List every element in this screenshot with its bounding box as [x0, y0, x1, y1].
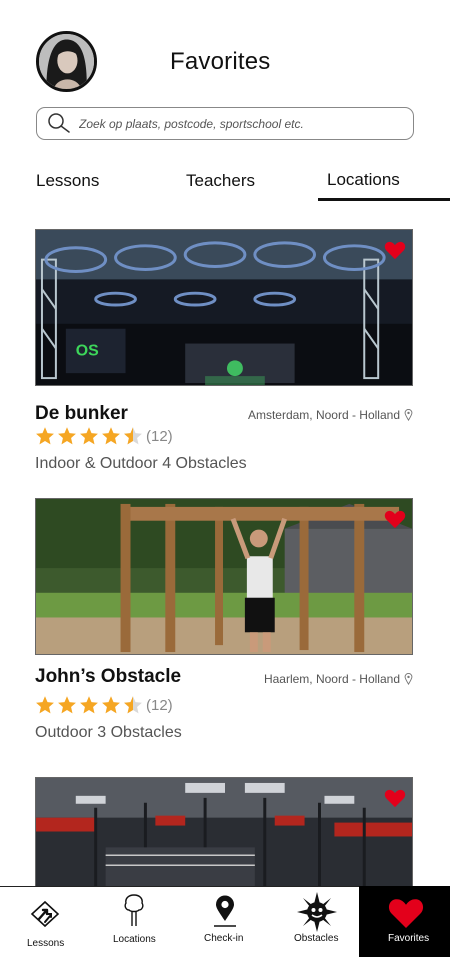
tab-locations[interactable]: Locations — [327, 170, 400, 190]
location-place-text: Haarlem, Noord - Holland — [263, 672, 400, 686]
location-name[interactable]: De bunker — [35, 403, 128, 425]
rating-count: (12) — [146, 427, 173, 445]
nav-label: Favorites — [388, 933, 430, 944]
tabs: Lessons Teachers Locations — [0, 165, 450, 205]
location-place: Haarlem, Noord - Holland — [264, 672, 413, 686]
search-input[interactable] — [79, 116, 379, 131]
tab-teachers[interactable]: Teachers — [186, 171, 255, 191]
favorite-heart-icon[interactable] — [384, 509, 406, 529]
map-pin-icon — [214, 895, 236, 927]
outdoor-photo — [36, 499, 412, 654]
active-tab-indicator — [318, 198, 450, 201]
favorite-heart-icon[interactable] — [384, 240, 406, 260]
star-icon — [102, 427, 120, 445]
page-title: Favorites — [170, 48, 271, 75]
favorite-heart-icon[interactable] — [384, 788, 406, 808]
location-card[interactable]: OS De bunker Amsterdam, Noord - Holland … — [35, 229, 415, 472]
map-pin-icon — [404, 673, 413, 685]
nav-check-in[interactable]: Check-in — [180, 887, 270, 957]
tab-lessons[interactable]: Lessons — [36, 171, 99, 191]
location-card[interactable] — [35, 777, 415, 889]
header: Favorites — [0, 0, 450, 100]
nav-label: Obstacles — [294, 933, 339, 944]
location-card[interactable]: John’s Obstacle Haarlem, Noord - Holland… — [35, 498, 415, 741]
nav-label: Lessons — [27, 938, 65, 949]
search-icon — [48, 112, 70, 133]
star-icon — [80, 696, 98, 714]
lessons-icon — [30, 900, 60, 928]
map-pin-icon — [404, 409, 413, 421]
heart-icon — [388, 899, 424, 928]
location-place-text: Amsterdam, Noord - Holland — [247, 408, 400, 422]
location-name[interactable]: John’s Obstacle — [35, 666, 181, 688]
half-star-icon — [124, 427, 142, 445]
location-photo[interactable] — [35, 498, 413, 655]
nav-lessons[interactable]: Lessons — [0, 887, 90, 957]
location-meta: Outdoor 3 Obstacles — [35, 724, 182, 741]
star-icon — [58, 696, 76, 714]
location-photo[interactable]: OS — [35, 229, 413, 386]
avatar[interactable] — [36, 31, 97, 92]
star-icon — [58, 427, 76, 445]
nav-locations[interactable]: Locations — [90, 887, 180, 957]
half-star-icon — [124, 696, 142, 714]
avatar-image — [39, 34, 94, 89]
rating-count: (12) — [146, 696, 173, 714]
star-icon — [80, 427, 98, 445]
gym-interior-photo — [36, 778, 412, 889]
search-bar[interactable] — [36, 107, 414, 140]
location-meta: Indoor & Outdoor 4 Obstacles — [35, 455, 247, 472]
gym-photo: OS — [36, 230, 412, 385]
nav-favorites[interactable]: Favorites — [359, 886, 450, 957]
svg-text:OS: OS — [76, 342, 99, 359]
star-rating: (12) — [35, 426, 173, 446]
star-icon — [102, 696, 120, 714]
location-place: Amsterdam, Noord - Holland — [248, 408, 413, 422]
nav-label: Check-in — [204, 933, 244, 944]
spiky-ball-icon — [297, 892, 337, 932]
tree-icon — [124, 894, 144, 926]
bottom-navigation: Lessons Locations Check-in Obstacles Fav… — [0, 886, 450, 957]
star-icon — [36, 427, 54, 445]
location-photo[interactable] — [35, 777, 413, 889]
star-rating: (12) — [35, 695, 173, 715]
star-icon — [36, 696, 54, 714]
nav-label: Locations — [113, 934, 156, 945]
nav-obstacles[interactable]: Obstacles — [270, 887, 360, 957]
